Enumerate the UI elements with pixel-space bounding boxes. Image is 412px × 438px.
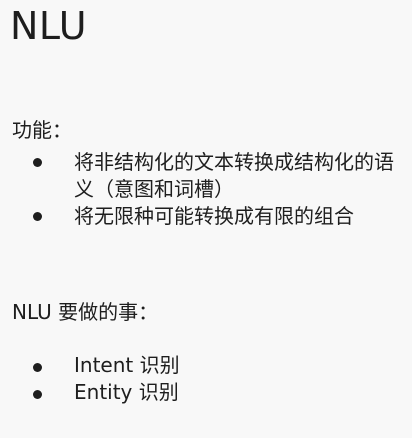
function-bullet-list: 将非结构化的文本转换成结构化的语义（意图和词槽） 将无限种可能转换成有限的组合 bbox=[0, 149, 412, 230]
slide-title: NLU bbox=[10, 4, 88, 48]
section-heading-function: 功能： bbox=[12, 118, 72, 142]
bullet-dot-icon bbox=[33, 158, 42, 167]
list-item-text: Entity 识别 bbox=[74, 380, 179, 404]
list-item-text: 将非结构化的文本转换成结构化的语义（意图和词槽） bbox=[74, 150, 394, 201]
list-item-text: Intent 识别 bbox=[74, 353, 180, 377]
list-item-text: 将无限种可能转换成有限的组合 bbox=[74, 204, 354, 228]
list-item: Intent 识别 bbox=[0, 352, 412, 379]
section-heading-tasks: NLU 要做的事： bbox=[12, 300, 159, 324]
bullet-dot-icon bbox=[33, 212, 42, 221]
slide: NLU 功能： 将非结构化的文本转换成结构化的语义（意图和词槽） 将无限种可能转… bbox=[0, 0, 412, 438]
bullet-dot-icon bbox=[33, 390, 42, 399]
bullet-dot-icon bbox=[33, 363, 42, 372]
list-item: Entity 识别 bbox=[0, 379, 412, 406]
list-item: 将非结构化的文本转换成结构化的语义（意图和词槽） bbox=[0, 149, 412, 203]
tasks-bullet-list: Intent 识别 Entity 识别 bbox=[0, 352, 412, 406]
list-item: 将无限种可能转换成有限的组合 bbox=[0, 203, 412, 230]
